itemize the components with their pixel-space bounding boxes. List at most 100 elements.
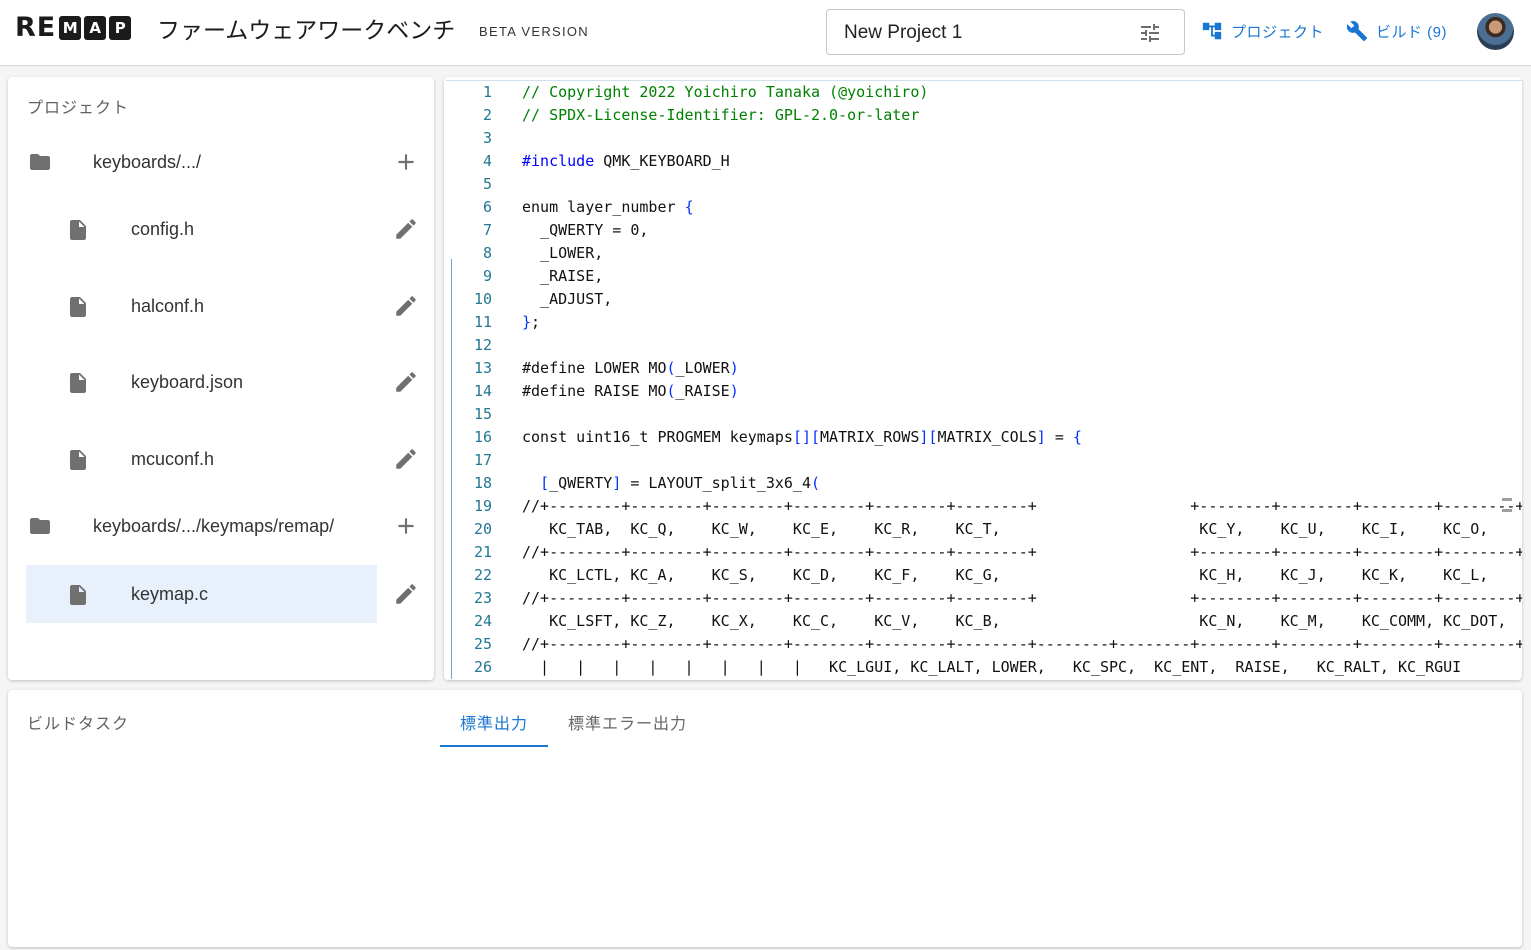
code-line[interactable]: 24 KC_LSFT, KC_Z, KC_X, KC_C, KC_V, KC_B… — [446, 610, 1516, 633]
code-line[interactable]: 9 _RAISE, — [446, 265, 1516, 288]
tree-file-row[interactable]: config.h — [8, 200, 434, 258]
code-line[interactable]: 10 _ADJUST, — [446, 288, 1516, 311]
code-text: //+--------+--------+--------+--------+-… — [522, 497, 1522, 515]
user-avatar[interactable] — [1477, 13, 1514, 50]
logo-letter-box: M — [59, 16, 82, 40]
file-icon — [66, 447, 90, 478]
logo-text: RE — [15, 12, 57, 43]
code-line[interactable]: 19 //+--------+--------+--------+--------… — [446, 495, 1522, 518]
line-number: 5 — [482, 175, 492, 193]
build-link[interactable]: ビルド (9) — [1346, 20, 1447, 42]
code-text: // Copyright 2022 Yoichiro Tanaka (@yoic… — [522, 83, 929, 101]
file-icon — [66, 370, 90, 401]
code-line[interactable]: 8 _LOWER, — [446, 242, 1516, 265]
code-line[interactable]: 16 const uint16_t PROGMEM keymaps[][MATRI… — [446, 426, 1516, 449]
folder-icon — [27, 514, 53, 543]
pencil-icon[interactable] — [393, 293, 419, 324]
code-line[interactable]: 11}; — [446, 311, 1516, 334]
tree-folder-row[interactable]: keyboards/.../ — [8, 133, 434, 191]
code-line[interactable]: 26 | | | | | | | | KC_LGUI, KC_LALT, LOW… — [446, 656, 1516, 679]
project-panel-title: プロジェクト — [27, 100, 130, 117]
file-icon — [66, 582, 90, 613]
line-number: 11 — [473, 313, 492, 331]
code-line[interactable]: 14 #define RAISE MO(_RAISE) — [446, 380, 1516, 403]
code-text: const uint16_t PROGMEM keymaps[][MATRIX_… — [522, 428, 1082, 446]
app-header: RE M A P ファームウェアワークベンチ BETA VERSION New … — [0, 0, 1531, 66]
code-line[interactable]: 13 #define LOWER MO(_LOWER) — [446, 357, 1516, 380]
code-text: #define LOWER MO(_LOWER) — [522, 359, 739, 377]
line-number: 23 — [473, 589, 492, 607]
line-number: 19 — [473, 497, 492, 515]
code-line[interactable]: 22 KC_LCTL, KC_A, KC_S, KC_D, KC_F, KC_G… — [446, 564, 1516, 587]
code-text: KC_LCTL, KC_A, KC_S, KC_D, KC_F, KC_G, K… — [522, 566, 1522, 584]
pencil-icon[interactable] — [393, 369, 419, 400]
tree-item-label: keyboards/.../ — [93, 152, 202, 172]
pencil-icon[interactable] — [393, 581, 419, 612]
code-text: KC_LSFT, KC_Z, KC_X, KC_C, KC_V, KC_B, K… — [522, 612, 1522, 630]
tab-stderr[interactable]: 標準エラー出力 — [568, 710, 687, 734]
code-editor[interactable]: 1 // Copyright 2022 Yoichiro Tanaka (@yoi… — [446, 80, 1522, 679]
tree-file-row[interactable]: keyboard.json — [8, 353, 434, 411]
line-number: 21 — [473, 543, 492, 561]
tree-item-label: keyboard.json — [131, 372, 244, 392]
code-text: enum layer_number { — [522, 198, 694, 216]
code-text: //+--------+--------+--------+--------+-… — [522, 543, 1522, 561]
line-number: 22 — [473, 566, 492, 584]
code-text: _QWERTY = 0, — [522, 221, 649, 239]
code-line[interactable]: 20 KC_TAB, KC_Q, KC_W, KC_E, KC_R, KC_T,… — [446, 518, 1516, 541]
code-text: //+--------+--------+--------+--------+-… — [522, 635, 1522, 653]
logo-letter-box: P — [109, 16, 132, 40]
code-line[interactable]: 18 [_QWERTY] = LAYOUT_split_3x6_4( — [446, 472, 1516, 495]
project-panel: プロジェクト keyboards/.../ config.h halconf.h — [8, 77, 434, 680]
pencil-icon[interactable] — [393, 216, 419, 247]
code-line[interactable]: 2 // SPDX-License-Identifier: GPL-2.0-or-… — [446, 104, 1516, 127]
logo-letter-box: A — [84, 16, 107, 40]
code-line[interactable]: 17 — [446, 449, 1516, 472]
tree-item-label: config.h — [131, 219, 195, 239]
folder-icon — [27, 150, 53, 179]
tree-file-row[interactable]: halconf.h — [8, 277, 434, 335]
active-tab-indicator — [440, 745, 548, 747]
project-link-label: プロジェクト — [1231, 23, 1325, 41]
line-number: 24 — [473, 612, 492, 630]
plus-icon[interactable] — [393, 513, 419, 544]
build-task-panel: ビルドタスク 標準出力 標準エラー出力 — [8, 690, 1522, 947]
code-editor-panel: 1 // Copyright 2022 Yoichiro Tanaka (@yoi… — [444, 77, 1522, 680]
code-text: _ADJUST, — [522, 290, 613, 308]
project-name-field[interactable]: New Project 1 — [826, 9, 1185, 55]
code-line[interactable]: 3 — [446, 127, 1516, 150]
code-line[interactable]: 7 _QWERTY = 0, — [446, 219, 1516, 242]
build-task-title: ビルドタスク — [27, 716, 130, 733]
tune-icon[interactable] — [1137, 21, 1163, 50]
code-line[interactable]: 4 #include QMK_KEYBOARD_H — [446, 150, 1516, 173]
code-text: KC_TAB, KC_Q, KC_W, KC_E, KC_R, KC_T, KC… — [522, 520, 1522, 538]
line-number: 13 — [473, 359, 492, 377]
code-line[interactable]: 15 — [446, 403, 1516, 426]
project-link[interactable]: プロジェクト — [1201, 20, 1324, 42]
code-text: _RAISE, — [522, 267, 604, 285]
code-line[interactable]: 1 // Copyright 2022 Yoichiro Tanaka (@yoi… — [446, 81, 1516, 104]
code-line[interactable]: 21 //+--------+--------+--------+--------… — [446, 541, 1522, 564]
line-number: 20 — [473, 520, 492, 538]
tree-folder-row[interactable]: keyboards/.../keymaps/remap/ — [8, 497, 434, 555]
account-tree-icon — [1202, 22, 1222, 40]
code-line[interactable]: 5 — [446, 173, 1516, 196]
plus-icon[interactable] — [393, 149, 419, 180]
tree-file-row[interactable]: mcuconf.h — [8, 430, 434, 488]
app-title: ファームウェアワークベンチ — [157, 18, 456, 44]
code-line[interactable]: 12 — [446, 334, 1516, 357]
code-text: | | | | | | | | KC_LGUI, KC_LALT, LOWER,… — [522, 658, 1462, 676]
code-line[interactable]: 6 enum layer_number { — [446, 196, 1516, 219]
project-name-value: New Project 1 — [844, 22, 963, 43]
code-text: _LOWER, — [522, 244, 604, 262]
build-link-label: ビルド (9) — [1376, 23, 1448, 41]
tab-stdout[interactable]: 標準出力 — [460, 710, 528, 734]
code-line[interactable]: 25 //+--------+--------+--------+--------… — [446, 633, 1522, 656]
pencil-icon[interactable] — [393, 446, 419, 477]
tree-file-row-selected[interactable]: keymap.c — [8, 565, 434, 623]
remap-logo[interactable]: RE M A P — [15, 12, 132, 43]
line-number: 17 — [473, 451, 492, 469]
line-number: 16 — [473, 428, 492, 446]
code-line[interactable]: 23 //+--------+--------+--------+--------… — [446, 587, 1522, 610]
line-number: 1 — [482, 83, 492, 101]
